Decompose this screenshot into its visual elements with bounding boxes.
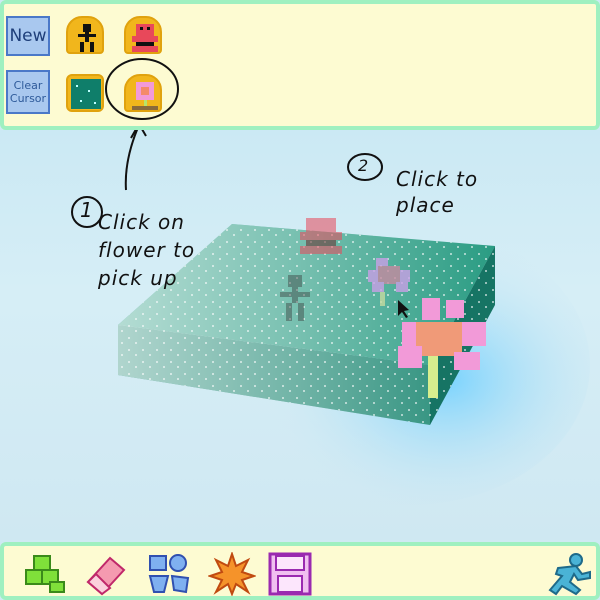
running-person-icon bbox=[548, 553, 591, 596]
new-button[interactable]: New bbox=[6, 16, 50, 56]
pink-creature-icon bbox=[132, 24, 158, 52]
flower-highlight-circle bbox=[105, 58, 179, 120]
save-icon bbox=[268, 552, 312, 596]
scene-pink-creature[interactable] bbox=[300, 218, 342, 254]
shapes-tool[interactable] bbox=[146, 552, 194, 596]
person-icon bbox=[78, 24, 96, 52]
step2-text: Click to place bbox=[396, 167, 479, 217]
clear-cursor-button[interactable]: Clear Cursor bbox=[6, 70, 50, 114]
run-tool[interactable] bbox=[546, 552, 594, 596]
step2-number: 2 bbox=[358, 156, 370, 175]
eraser-icon bbox=[86, 556, 126, 596]
3d-scene-viewport[interactable]: 1 Click on flower to pick up 2 Click to … bbox=[0, 130, 600, 540]
green-block-icon bbox=[71, 79, 101, 109]
step1-text: Click on flower to pick up bbox=[98, 210, 196, 290]
palette-person[interactable] bbox=[66, 16, 104, 54]
save-tool[interactable] bbox=[266, 552, 314, 596]
splat-tool[interactable] bbox=[208, 552, 256, 596]
top-palette-panel: New Clear Cursor bbox=[0, 0, 600, 130]
annotation-arrow bbox=[124, 130, 139, 191]
eraser-tool[interactable] bbox=[82, 552, 130, 596]
palette-pink-creature[interactable] bbox=[124, 16, 162, 54]
step1-number: 1 bbox=[80, 198, 94, 222]
blocks-icon bbox=[25, 555, 65, 593]
shapes-icon bbox=[148, 554, 190, 594]
bottom-toolbar bbox=[0, 542, 600, 600]
scene-graphics bbox=[71, 130, 590, 505]
palette-green-block[interactable] bbox=[66, 74, 104, 112]
blocks-tool[interactable] bbox=[22, 552, 70, 596]
splat-icon bbox=[208, 552, 256, 596]
